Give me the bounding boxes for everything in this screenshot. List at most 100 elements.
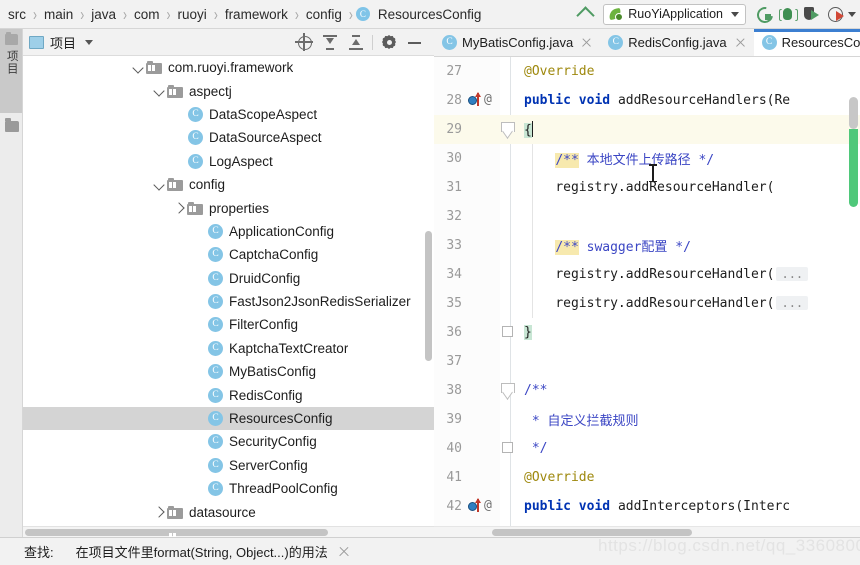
breadcrumb-ruoyi[interactable]: ruoyi xyxy=(172,3,213,25)
tab-resourcesconfig[interactable]: C ResourcesConfig xyxy=(753,29,860,56)
scrollbar-thumb-green[interactable] xyxy=(849,129,858,207)
debug-button[interactable] xyxy=(776,2,800,26)
tab-mybatisconfig[interactable]: C MyBatisConfig.java xyxy=(434,29,600,56)
tree-item-label: ServerConfig xyxy=(229,457,308,473)
tree-item-applicationconfig[interactable]: C ApplicationConfig xyxy=(23,220,434,243)
expand-all-icon[interactable] xyxy=(317,31,343,53)
tree-item-label: CaptchaConfig xyxy=(229,247,319,263)
breadcrumb-main[interactable]: main xyxy=(38,3,79,25)
folded-region[interactable]: ... xyxy=(776,296,809,310)
breadcrumb-com[interactable]: com xyxy=(128,3,166,25)
chevron-expanded-icon[interactable] xyxy=(151,177,167,193)
minus-icon[interactable] xyxy=(402,31,428,53)
code-text: /** 本地文件上传路径 */ xyxy=(514,149,714,168)
profiler-button[interactable] xyxy=(824,2,848,26)
tree-item-label: MyBatisConfig xyxy=(229,364,317,380)
tree-item-threadpoolconfig[interactable]: C ThreadPoolConfig xyxy=(23,477,434,500)
chevron-down-icon[interactable] xyxy=(85,39,94,45)
fold-column[interactable] xyxy=(500,434,514,463)
chevron-collapsed-icon[interactable] xyxy=(171,200,187,216)
toolbar-overflow-chevron-down-icon[interactable] xyxy=(848,11,856,17)
project-panel-header: 项目 xyxy=(23,29,434,56)
line-number[interactable]: 40 xyxy=(434,441,464,456)
tree-item-securityconfig[interactable]: C SecurityConfig xyxy=(23,430,434,453)
fold-column[interactable] xyxy=(500,376,515,405)
tree-item-datasource[interactable]: datasource xyxy=(23,500,434,523)
gutter-marker xyxy=(464,202,500,231)
folded-region[interactable]: ... xyxy=(776,267,809,281)
breadcrumb-src[interactable]: src xyxy=(2,3,32,25)
breadcrumb-framework[interactable]: framework xyxy=(219,3,294,25)
fold-column[interactable] xyxy=(500,318,514,347)
code-editor[interactable]: 27 @Override 28 @ public void addResourc… xyxy=(434,57,860,537)
tree-item-mybatisconfig[interactable]: C MyBatisConfig xyxy=(23,360,434,383)
tree-item-filterconfig[interactable]: C FilterConfig xyxy=(23,313,434,336)
tree-item-com-ruoyi-framework[interactable]: com.ruoyi.framework xyxy=(23,56,434,79)
run-with-coverage-button[interactable] xyxy=(800,2,824,26)
sidebar-tab-project[interactable]: 项目 xyxy=(0,29,22,113)
line-number[interactable]: 38 xyxy=(434,383,464,398)
breadcrumb-java[interactable]: java xyxy=(85,3,122,25)
editor-vertical-scrollbar[interactable] xyxy=(849,97,858,207)
tree-item-druidconfig[interactable]: C DruidConfig xyxy=(23,267,434,290)
line-number[interactable]: 28 xyxy=(434,93,464,108)
line-number[interactable]: 33 xyxy=(434,238,464,253)
tree-item-config[interactable]: config xyxy=(23,173,434,196)
fold-column[interactable] xyxy=(500,115,515,144)
run-button[interactable] xyxy=(752,2,776,26)
project-tree-vertical-scrollbar[interactable] xyxy=(425,231,432,361)
toolbar-divider xyxy=(372,34,373,50)
line-number[interactable]: 29 xyxy=(434,122,464,137)
line-number[interactable]: 42 xyxy=(434,499,464,514)
project-tree-horizontal-scrollbar[interactable] xyxy=(23,526,434,537)
fold-expanded-icon[interactable] xyxy=(501,122,515,135)
fold-end-icon[interactable] xyxy=(502,326,513,337)
folder-icon[interactable] xyxy=(5,118,19,132)
chevron-expanded-icon[interactable] xyxy=(130,60,146,76)
tree-item-datascopeaspect[interactable]: C DataScopeAspect xyxy=(23,103,434,126)
tree-item-properties[interactable]: properties xyxy=(23,196,434,219)
collapse-all-icon[interactable] xyxy=(343,31,369,53)
line-number[interactable]: 37 xyxy=(434,354,464,369)
gutter-marker[interactable]: @ xyxy=(464,492,500,521)
run-configuration-selector[interactable]: RuoYiApplication xyxy=(603,3,746,25)
override-method-icon[interactable] xyxy=(468,502,477,511)
fold-end-icon[interactable] xyxy=(502,442,513,453)
line-number[interactable]: 36 xyxy=(434,325,464,340)
line-number[interactable]: 30 xyxy=(434,151,464,166)
close-icon[interactable] xyxy=(734,36,747,49)
breadcrumb-resourcesconfig[interactable]: C ResourcesConfig xyxy=(354,3,488,25)
project-tree[interactable]: com.ruoyi.framework aspectj C DataScopeA… xyxy=(23,56,434,537)
navigate-up-icon[interactable] xyxy=(573,3,597,25)
override-method-icon[interactable] xyxy=(468,96,477,105)
tree-item-kaptchatextcreator[interactable]: C KaptchaTextCreator xyxy=(23,337,434,360)
tree-item-logaspect[interactable]: C LogAspect xyxy=(23,150,434,173)
tree-item-resourcesconfig[interactable]: C ResourcesConfig xyxy=(23,406,434,431)
line-number[interactable]: 32 xyxy=(434,209,464,224)
tree-item-fastjson2jsonredisserializer[interactable]: C FastJson2JsonRedisSerializer xyxy=(23,290,434,313)
close-icon[interactable] xyxy=(580,36,593,49)
gutter-marker[interactable]: @ xyxy=(464,86,500,115)
tab-redisconfig[interactable]: C RedisConfig.java xyxy=(600,29,753,56)
tree-item-datasourceaspect[interactable]: C DataSourceAspect xyxy=(23,126,434,149)
tree-item-captchaconfig[interactable]: C CaptchaConfig xyxy=(23,243,434,266)
breadcrumb-config[interactable]: config xyxy=(300,3,348,25)
tree-item-serverconfig[interactable]: C ServerConfig xyxy=(23,454,434,477)
fold-expanded-icon[interactable] xyxy=(501,383,515,396)
tree-item-redisconfig[interactable]: C RedisConfig xyxy=(23,383,434,406)
chevron-collapsed-icon[interactable] xyxy=(151,504,167,520)
editor-horizontal-scrollbar[interactable] xyxy=(434,526,860,537)
tree-item-aspectj[interactable]: aspectj xyxy=(23,79,434,102)
line-number[interactable]: 27 xyxy=(434,64,464,79)
line-number[interactable]: 31 xyxy=(434,180,464,195)
chevron-expanded-icon[interactable] xyxy=(151,83,167,99)
find-query-text[interactable]: 在项目文件里format(String, Object...)的用法 xyxy=(76,542,328,561)
gear-icon[interactable] xyxy=(376,31,402,53)
line-number[interactable]: 39 xyxy=(434,412,464,427)
scrollbar-thumb-gray[interactable] xyxy=(849,97,858,129)
line-number[interactable]: 41 xyxy=(434,470,464,485)
locate-icon[interactable] xyxy=(291,31,317,53)
line-number[interactable]: 34 xyxy=(434,267,464,282)
close-icon[interactable] xyxy=(337,545,351,559)
line-number[interactable]: 35 xyxy=(434,296,464,311)
